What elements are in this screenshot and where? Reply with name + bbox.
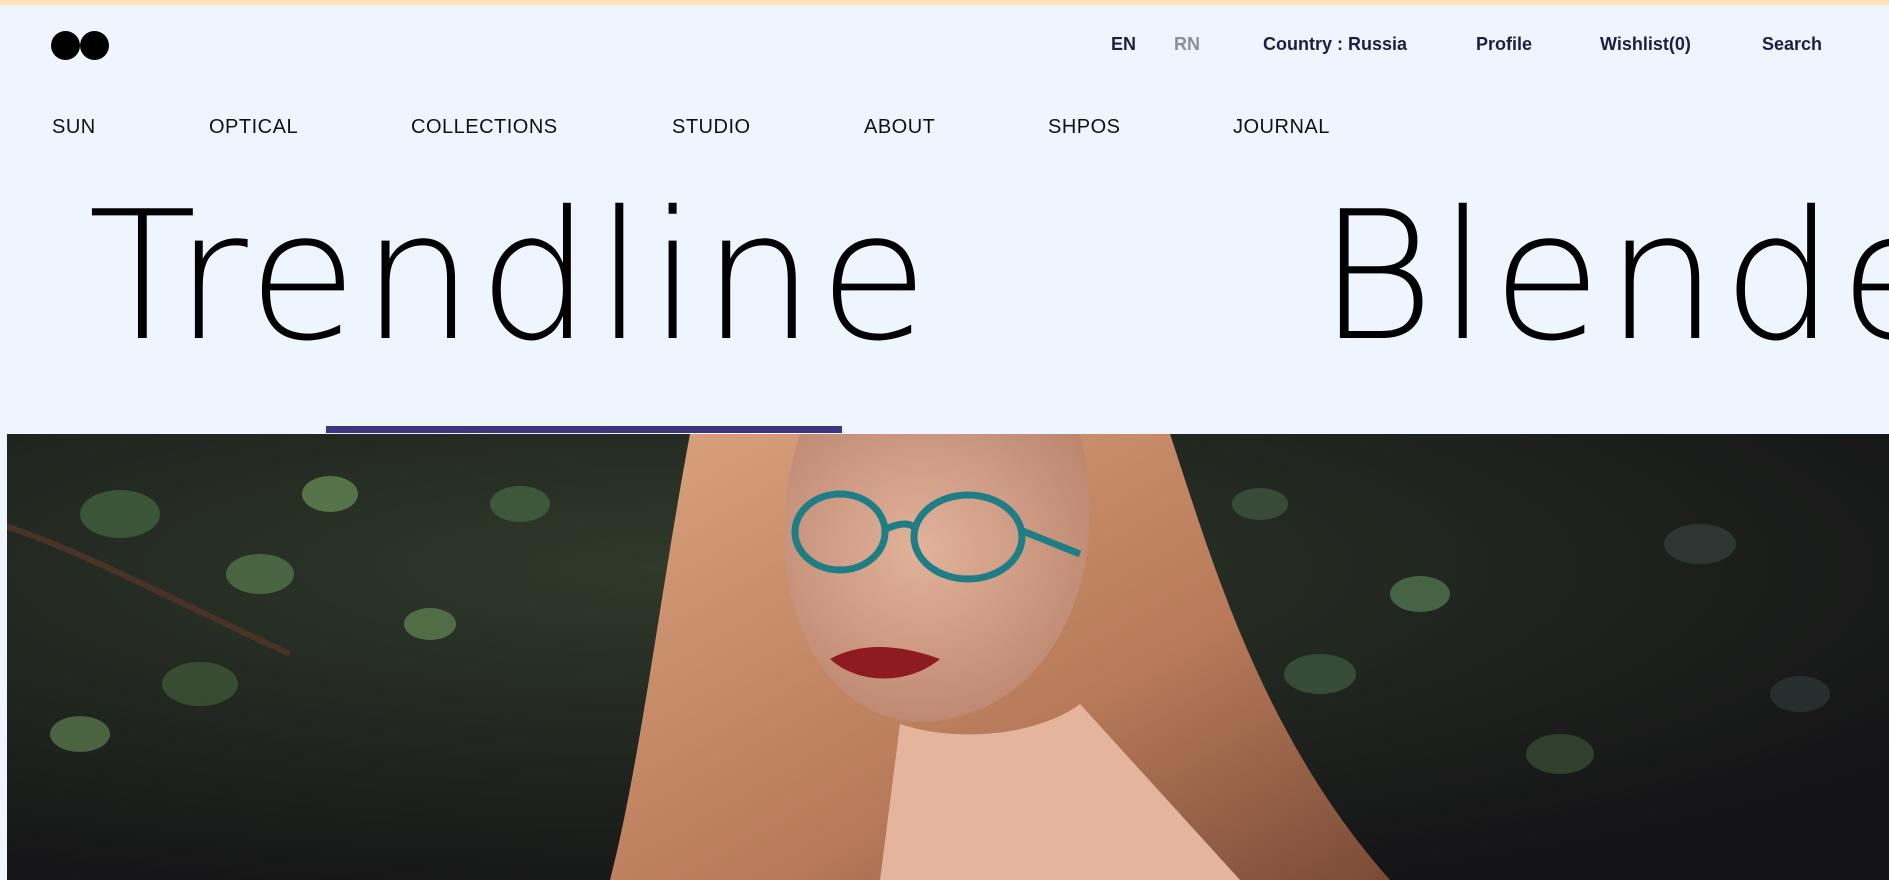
nav-item-about[interactable]: ABOUT [864,116,935,139]
nav-item-journal[interactable]: JOURNAL [1233,116,1330,139]
logo-dot-icon [80,31,109,60]
nav-item-optical[interactable]: OPTICAL [209,116,298,139]
nav-item-collections[interactable]: COLLECTIONS [411,116,558,139]
logo-dot-icon [51,31,80,60]
nav-item-studio[interactable]: STUDIO [672,116,751,139]
hero-left-edge [0,434,7,880]
top-strip [0,0,1889,5]
nav-item-sun[interactable]: SUN [52,116,96,139]
lang-en-link[interactable]: EN [1111,34,1136,55]
nav-item-shpos[interactable]: SHPOS [1048,116,1121,139]
slide-title-trendline[interactable]: Trendline [88,188,932,366]
logo[interactable] [51,31,111,60]
wishlist-link[interactable]: Wishlist(0) [1600,34,1691,55]
lang-rn-link[interactable]: RN [1174,34,1200,55]
profile-link[interactable]: Profile [1476,34,1532,55]
search-link[interactable]: Search [1762,34,1822,55]
hero-image [0,434,1889,880]
photo-icon [0,434,1889,880]
country-selector[interactable]: Country : Russia [1263,34,1407,55]
slide-title-blende[interactable]: Blende [1318,188,1889,366]
slider-active-indicator [326,426,842,433]
